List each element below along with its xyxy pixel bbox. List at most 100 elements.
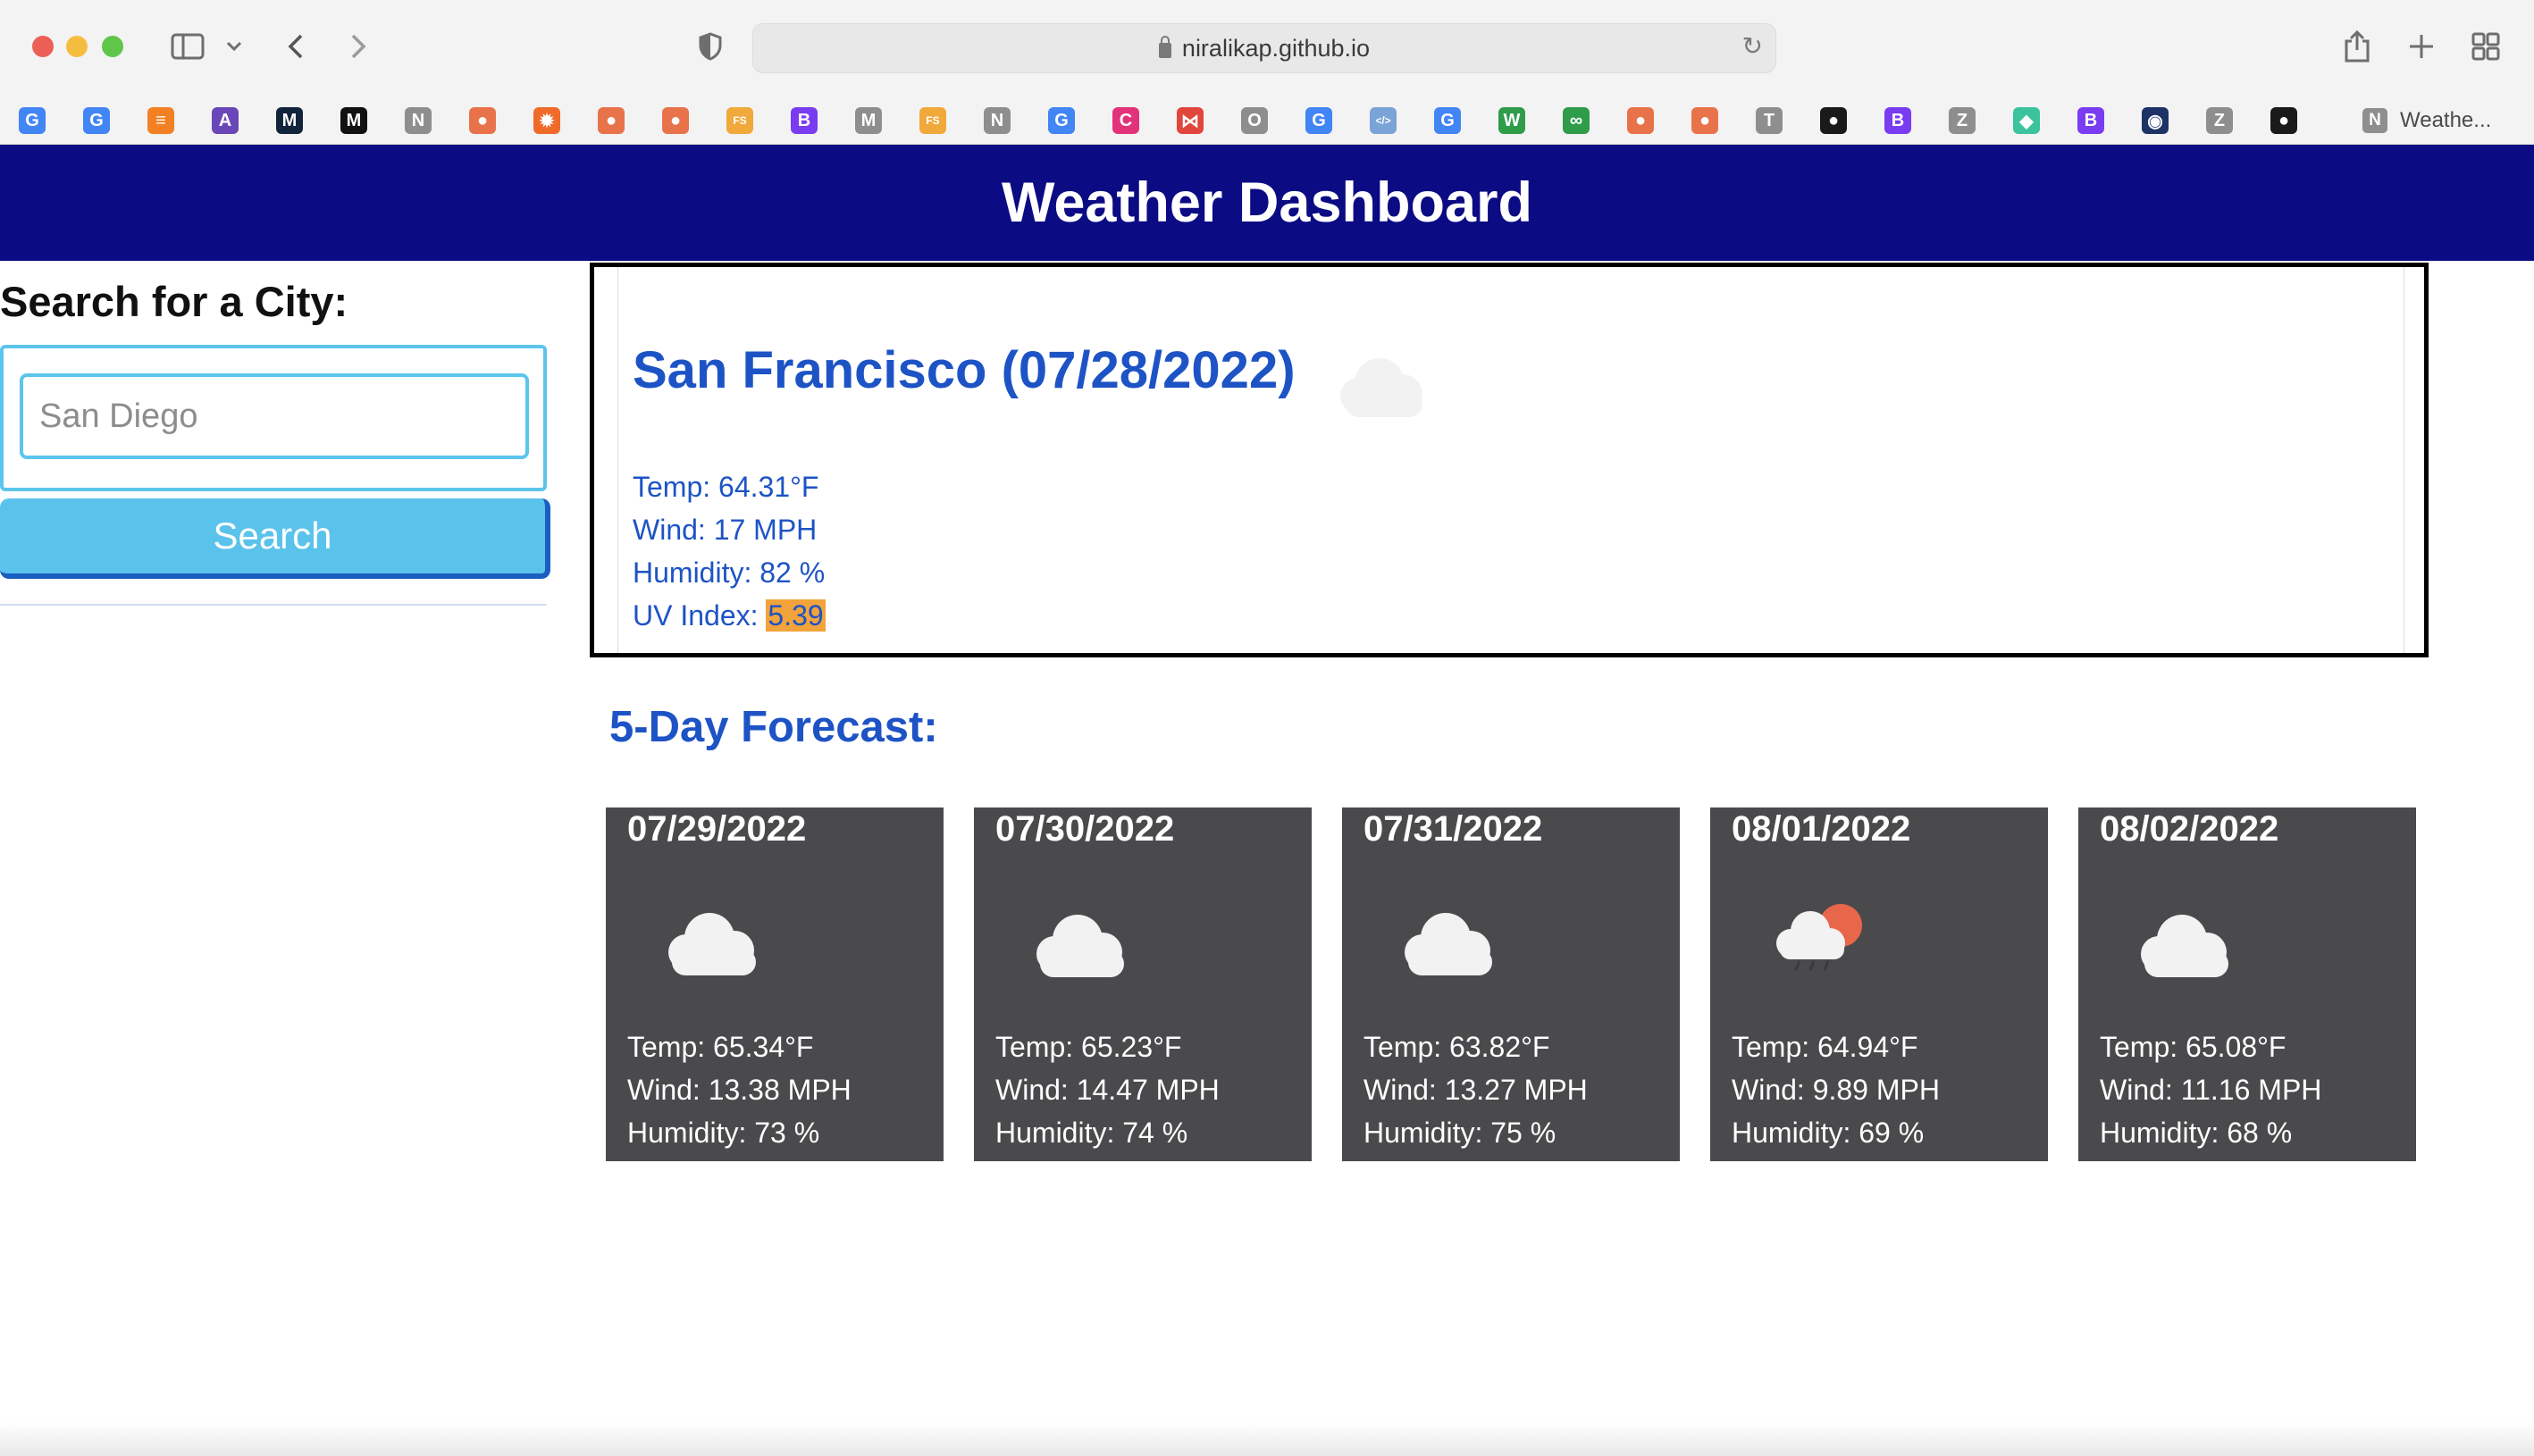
forecast-date: 07/31/2022 <box>1363 809 1543 849</box>
bookmark-item[interactable]: ≡ <box>129 98 193 143</box>
sidebar-toggle-icon[interactable] <box>168 27 207 66</box>
close-window-button[interactable] <box>32 36 54 57</box>
bookmark-item[interactable]: G <box>1287 98 1351 143</box>
bookmark-favicon-icon: O <box>1241 107 1268 134</box>
bookmark-favicon-icon: </> <box>1370 107 1397 134</box>
bookmark-item[interactable]: M <box>836 98 901 143</box>
bookmark-item[interactable]: ∞ <box>1544 98 1608 143</box>
bookmark-item[interactable]: N <box>386 98 450 143</box>
bookmark-item[interactable]: M <box>257 98 322 143</box>
forecast-heading: 5-Day Forecast: <box>609 703 938 751</box>
bookmark-item[interactable]: ● <box>1801 98 1866 143</box>
bookmark-favicon-icon: W <box>1498 107 1525 134</box>
search-button[interactable]: Search <box>0 498 550 579</box>
forecast-date: 07/30/2022 <box>995 809 1175 849</box>
bookmark-favicon-icon: ∞ <box>1563 107 1590 134</box>
bookmark-item[interactable]: ● <box>1608 98 1673 143</box>
bookmark-item[interactable]: G <box>1029 98 1094 143</box>
bookmark-favicon-icon: N <box>405 107 432 134</box>
bookmark-item[interactable]: ⋈ <box>1158 98 1222 143</box>
bookmark-item[interactable]: C <box>1094 98 1158 143</box>
bookmark-favicon-icon: T <box>1756 107 1783 134</box>
bookmark-item[interactable]: T <box>1737 98 1801 143</box>
bookmark-item[interactable]: FS <box>901 98 965 143</box>
lock-icon <box>1158 35 1171 58</box>
bookmark-favicon-icon: G <box>1434 107 1461 134</box>
search-box <box>0 345 547 491</box>
bookmark-item[interactable]: ◉ <box>2123 98 2187 143</box>
forecast-wind: Wind: 13.27 MPH <box>1363 1074 1588 1106</box>
address-bar[interactable]: niralikap.github.io ↻ <box>752 23 1776 73</box>
cloud-icon <box>1019 895 1144 984</box>
tab-title: Weathe... <box>2400 108 2492 132</box>
bookmark-item[interactable]: M <box>322 98 386 143</box>
web-page: Weather Dashboard Search for a City: Sea… <box>0 145 2534 1456</box>
url-text: niralikap.github.io <box>1181 34 1371 62</box>
forecast-card: 07/29/2022 Temp: 65.34°F Wind: 13.38 MPH… <box>606 807 944 1161</box>
forecast-temp: Temp: 65.34°F <box>627 1031 814 1063</box>
bookmark-item[interactable]: ● <box>579 98 643 143</box>
new-tab-icon[interactable] <box>2404 27 2439 66</box>
bookmark-favicon-icon: ● <box>1627 107 1654 134</box>
bookmark-favicon-icon: ● <box>1691 107 1718 134</box>
city-search-input[interactable] <box>20 373 529 459</box>
forecast-card: 08/01/2022 Temp: 64.94°F Wind: 9.89 MPH … <box>1710 807 2048 1161</box>
bookmark-item[interactable]: ● <box>450 98 515 143</box>
bookmark-item[interactable]: ✹ <box>515 98 579 143</box>
bookmark-item[interactable]: </> <box>1351 98 1415 143</box>
bookmark-favicon-icon: Z <box>2206 107 2233 134</box>
forward-arrow-icon[interactable] <box>343 27 373 66</box>
bookmark-item[interactable]: ● <box>643 98 708 143</box>
bookmark-item[interactable]: B <box>2059 98 2123 143</box>
fullscreen-window-button[interactable] <box>102 36 123 57</box>
bookmark-favicon-icon: FS <box>726 107 753 134</box>
bookmark-favicon-icon: B <box>1884 107 1911 134</box>
bookmark-item[interactable]: Z <box>2187 98 2252 143</box>
bookmark-item[interactable]: Z <box>1930 98 1994 143</box>
bookmark-item[interactable]: G <box>1415 98 1480 143</box>
forecast-date: 07/29/2022 <box>627 809 807 849</box>
bookmark-item[interactable]: ● <box>2252 98 2316 143</box>
bookmark-item[interactable]: G <box>0 98 64 143</box>
cloud-icon <box>1324 337 1440 426</box>
current-temp: Temp: 64.31°F <box>633 471 819 503</box>
share-icon[interactable] <box>2339 27 2375 66</box>
chevron-down-icon[interactable] <box>222 27 247 66</box>
bookmark-favicon-icon: G <box>1305 107 1332 134</box>
bookmark-item[interactable]: W <box>1480 98 1544 143</box>
divider <box>0 604 547 606</box>
bookmark-item[interactable]: ◆ <box>1994 98 2059 143</box>
forecast-temp: Temp: 65.23°F <box>995 1031 1182 1063</box>
privacy-shield-icon[interactable] <box>695 27 726 66</box>
forecast-humidity: Humidity: 73 % <box>627 1117 820 1149</box>
minimize-window-button[interactable] <box>66 36 88 57</box>
bookmark-item[interactable]: B <box>772 98 836 143</box>
forecast-card: 08/02/2022 Temp: 65.08°F Wind: 11.16 MPH… <box>2078 807 2416 1161</box>
tab-overview-icon[interactable] <box>2468 27 2504 66</box>
bookmark-item[interactable]: ● <box>1673 98 1737 143</box>
forecast-date: 08/01/2022 <box>1732 809 1911 849</box>
reload-icon[interactable]: ↻ <box>1742 31 1763 61</box>
bookmark-favicon-icon: B <box>2077 107 2104 134</box>
bookmark-favicon-icon: M <box>340 107 367 134</box>
bookmark-favicon-icon: G <box>1048 107 1075 134</box>
uv-index-value: 5.39 <box>766 599 826 632</box>
browser-chrome: niralikap.github.io ↻ G G ≡ A M M N ● ✹ ● ● FS B M FS N… <box>0 0 2534 145</box>
active-tab[interactable]: N Weathe... <box>2362 105 2491 136</box>
forecast-wind: Wind: 14.47 MPH <box>995 1074 1220 1106</box>
bookmark-item[interactable]: N <box>965 98 1029 143</box>
bookmarks-bar: G G ≡ A M M N ● ✹ ● ● FS B M FS N G C ⋈ O G </> G W ∞ ● ● T ● B Z ◆ B ◉ Z ● <box>0 98 2534 143</box>
bookmark-item[interactable]: A <box>193 98 257 143</box>
bookmark-item[interactable]: B <box>1866 98 1930 143</box>
forecast-humidity: Humidity: 74 % <box>995 1117 1188 1149</box>
bookmark-favicon-icon: N <box>984 107 1011 134</box>
bookmark-item[interactable]: FS <box>708 98 772 143</box>
bookmark-favicon-icon: ◆ <box>2013 107 2040 134</box>
forecast-humidity: Humidity: 68 % <box>2100 1117 2293 1149</box>
back-arrow-icon[interactable] <box>281 27 311 66</box>
bookmark-item[interactable]: G <box>64 98 129 143</box>
bookmark-favicon-icon: Z <box>1949 107 1976 134</box>
bookmark-favicon-icon: ● <box>2270 107 2297 134</box>
forecast-wind: Wind: 13.38 MPH <box>627 1074 852 1106</box>
bookmark-item[interactable]: O <box>1222 98 1287 143</box>
